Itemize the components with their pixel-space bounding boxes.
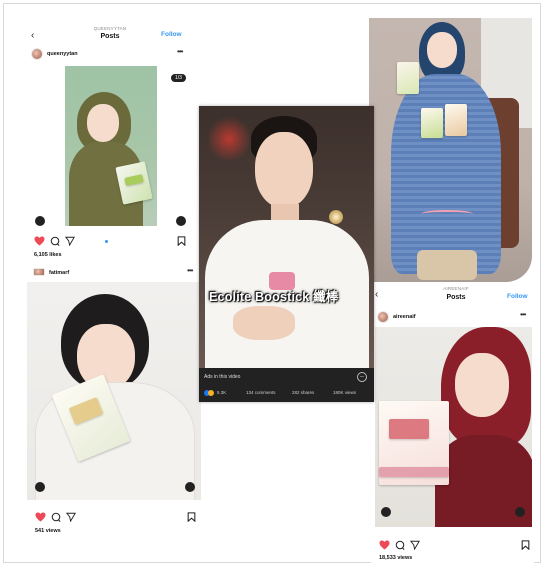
post-header-username: QUEENYYTAN [93,26,127,31]
share-icon[interactable] [66,512,76,522]
more-options-icon[interactable]: ••• [187,266,193,275]
comments-count[interactable]: 134 comments [246,390,276,395]
face [255,132,313,208]
likes-count: 6,105 likes [34,252,62,258]
share-icon[interactable] [65,236,75,246]
follow-button[interactable]: Follow [161,31,182,38]
bookmark-icon[interactable] [187,512,196,522]
user-tag-icon[interactable] [35,216,45,226]
instagram-post-card-fatimarf: fatimarf ••• 541 views [25,264,203,544]
photo-counter: 1/3 [171,74,186,82]
heart-icon[interactable] [34,236,45,246]
post-photo [65,66,157,226]
post-header-title: Posts [100,33,120,40]
mute-icon[interactable] [185,482,195,492]
comment-icon[interactable] [50,236,60,246]
comment-icon[interactable] [51,512,61,522]
face [427,32,457,68]
carousel-dots [105,240,108,243]
post-photo [27,282,201,500]
heart-icon[interactable] [379,540,390,550]
heart-icon[interactable] [35,512,46,522]
follow-button[interactable]: Follow [507,293,528,300]
share-icon[interactable] [410,540,420,550]
post-photo [375,327,532,527]
bookmark-icon[interactable] [177,236,186,246]
collage-frame: ‹ QUEENYYTAN Posts Follow queenyytan •••… [3,3,541,563]
post-header-username: AIREENAIF [443,286,469,291]
ads-bar: Ads in this video – 5.3K 134 comments 28… [199,368,374,402]
hand-shape [233,306,295,340]
shares-count[interactable]: 282 shares [292,390,314,395]
photo-card-blue-dress [369,18,532,282]
product-box [445,104,467,136]
avatar[interactable] [33,268,45,276]
shoes-shape [417,250,477,280]
ads-label[interactable]: Ads in this video [204,374,240,380]
product-box-band [379,467,449,477]
more-options-icon[interactable]: ••• [177,47,183,56]
ads-info-icon[interactable]: – [357,372,367,382]
reactions-count[interactable]: 5.3K [217,390,226,395]
product-box-label [389,419,429,439]
more-options-icon[interactable]: ••• [520,310,526,319]
comment-icon[interactable] [395,540,405,550]
face [455,353,509,417]
product-box [421,108,443,138]
views-count: 541 views [35,528,61,534]
product-box [397,62,419,94]
reaction-haha-icon [208,390,214,396]
video-caption: Ecolite Boostick 纖棒 [209,290,339,304]
instagram-post-card-queenyytan: ‹ QUEENYYTAN Posts Follow queenyytan •••… [25,22,195,272]
instagram-post-card-aireenaif: ‹ AIREENAIF Posts Follow aireenaif ••• 1… [371,283,534,563]
post-photo [369,18,532,282]
bookmark-icon[interactable] [521,540,530,550]
post-username[interactable]: queenyytan [47,51,78,57]
back-arrow-icon[interactable]: ‹ [375,289,378,300]
avatar[interactable] [31,48,43,60]
post-username[interactable]: fatimarf [49,270,69,276]
mute-icon[interactable] [176,216,186,226]
background-lamp [329,210,343,224]
user-tag-icon[interactable] [381,507,391,517]
back-arrow-icon[interactable]: ‹ [31,30,34,41]
user-tag-icon[interactable] [35,482,45,492]
views-count: 18,533 views [379,555,413,561]
post-header-title: Posts [446,294,466,301]
video-views-count: 180K views [333,390,357,395]
video-frame [199,106,374,368]
mute-icon[interactable] [515,507,525,517]
avatar[interactable] [377,311,389,323]
background-red-light [209,114,249,164]
post-username[interactable]: aireenaif [393,314,416,320]
facebook-video-card: Ecolite Boostick 纖棒 Ads in this video – … [199,106,374,402]
face [87,104,119,142]
chain-bag-shape [421,210,473,218]
